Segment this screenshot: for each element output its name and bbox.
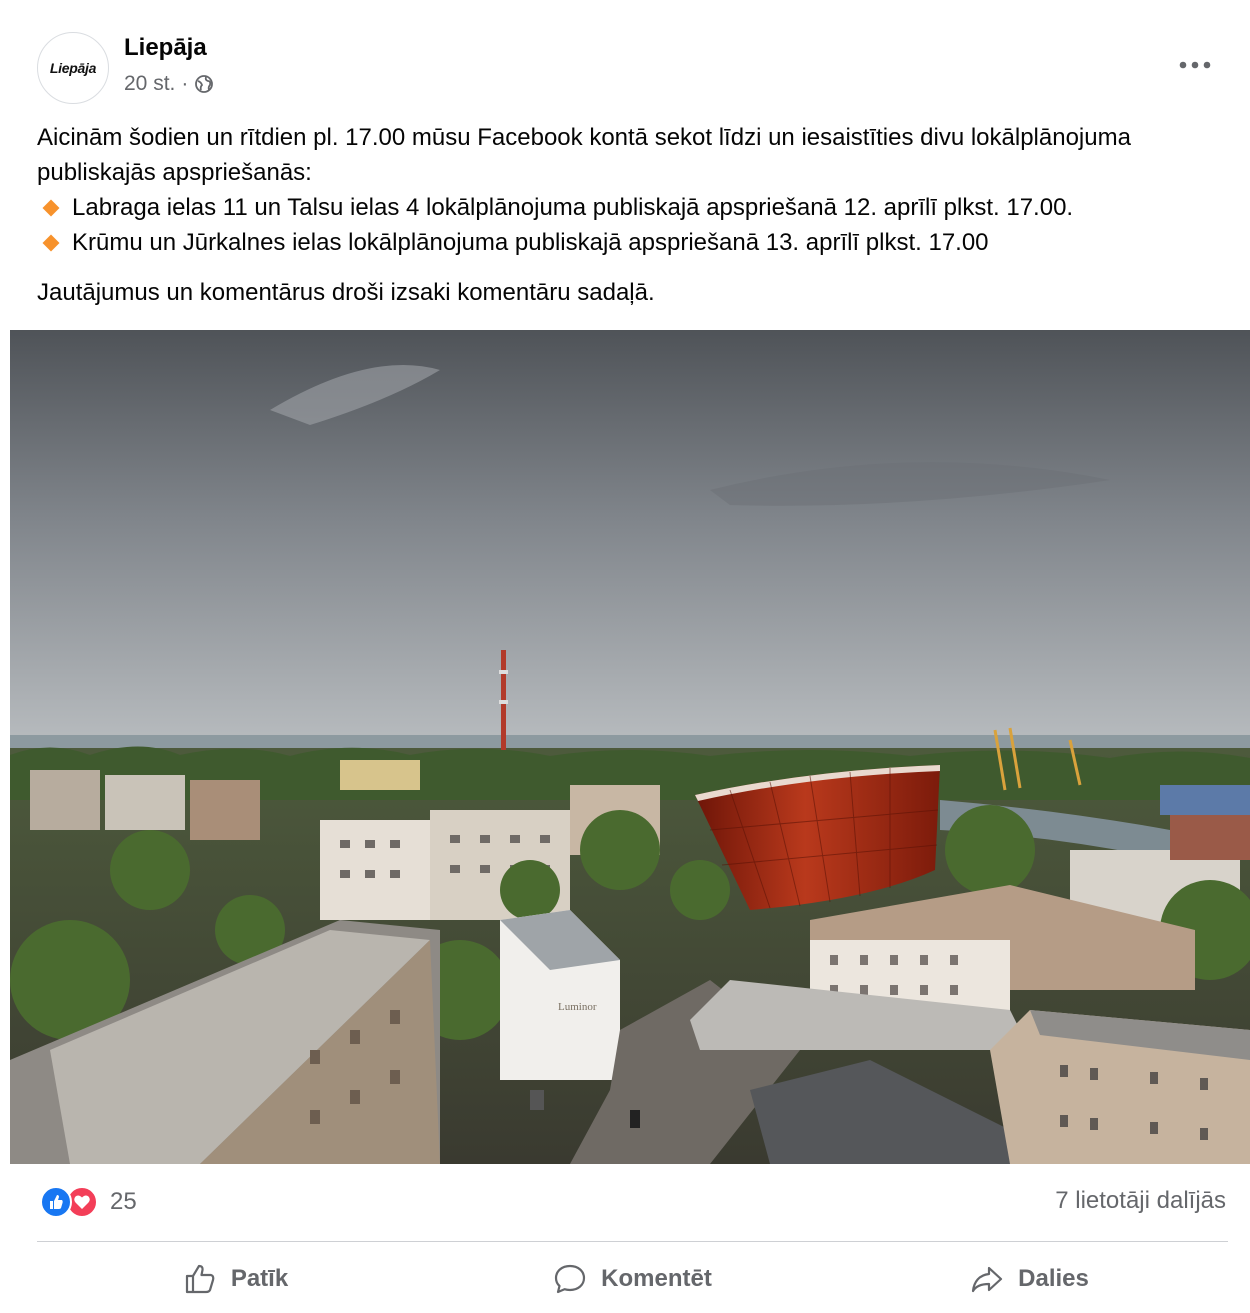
orange-diamond-icon — [42, 199, 60, 216]
like-reaction-icon — [40, 1186, 72, 1218]
like-button[interactable]: Patīk — [37, 1250, 434, 1308]
more-options-button[interactable] — [1172, 48, 1218, 82]
share-button[interactable]: Dalies — [831, 1250, 1228, 1308]
page-name-link[interactable]: Liepāja — [124, 34, 207, 62]
post-photo[interactable]: Luminor — [10, 330, 1250, 1164]
more-horizontal-icon — [1179, 61, 1211, 69]
comment-bubble-icon — [555, 1264, 586, 1294]
facebook-post: Liepāja Liepāja 20 st. · Aicinām šodien … — [0, 0, 1250, 1313]
comment-label: Komentēt — [601, 1265, 712, 1292]
share-label: Dalies — [1018, 1265, 1089, 1292]
reaction-count: 25 — [110, 1188, 137, 1215]
meta-separator: · — [181, 72, 189, 95]
bullet-item: Krūmu un Jūrkalnes ielas lokālplānojuma … — [37, 225, 1217, 260]
post-closing: Jautājumus un komentārus droši izsaki ko… — [37, 279, 655, 306]
comment-button[interactable]: Komentēt — [434, 1250, 831, 1308]
globe-icon[interactable] — [194, 74, 214, 94]
post-meta: 20 st. · — [124, 72, 214, 96]
divider — [37, 1241, 1228, 1242]
share-arrow-icon — [972, 1266, 1003, 1293]
page-avatar[interactable]: Liepāja — [37, 32, 109, 104]
orange-diamond-icon — [42, 234, 60, 251]
post-actions: Patīk Komentēt Dalies — [37, 1250, 1228, 1308]
bullet-text: Krūmu un Jūrkalnes ielas lokālplānojuma … — [72, 229, 989, 256]
avatar-logo-text: Liepāja — [49, 60, 97, 76]
reactions-summary[interactable]: 25 — [40, 1184, 137, 1220]
city-aerial-photo: Luminor — [10, 330, 1250, 1164]
luminor-sign: Luminor — [558, 1001, 597, 1013]
shares-count-link[interactable]: 7 lietotāji dalījās — [1055, 1187, 1226, 1215]
thumbs-up-icon — [185, 1264, 215, 1294]
like-label: Patīk — [230, 1265, 289, 1292]
post-timestamp[interactable]: 20 st. — [124, 72, 175, 96]
post-body: Aicinām šodien un rītdien pl. 17.00 mūsu… — [37, 120, 1217, 260]
post-intro: Aicinām šodien un rītdien pl. 17.00 mūsu… — [37, 124, 1131, 186]
bullet-item: Labraga ielas 11 un Talsu ielas 4 lokālp… — [37, 190, 1217, 225]
bullet-text: Labraga ielas 11 un Talsu ielas 4 lokālp… — [72, 194, 1074, 221]
